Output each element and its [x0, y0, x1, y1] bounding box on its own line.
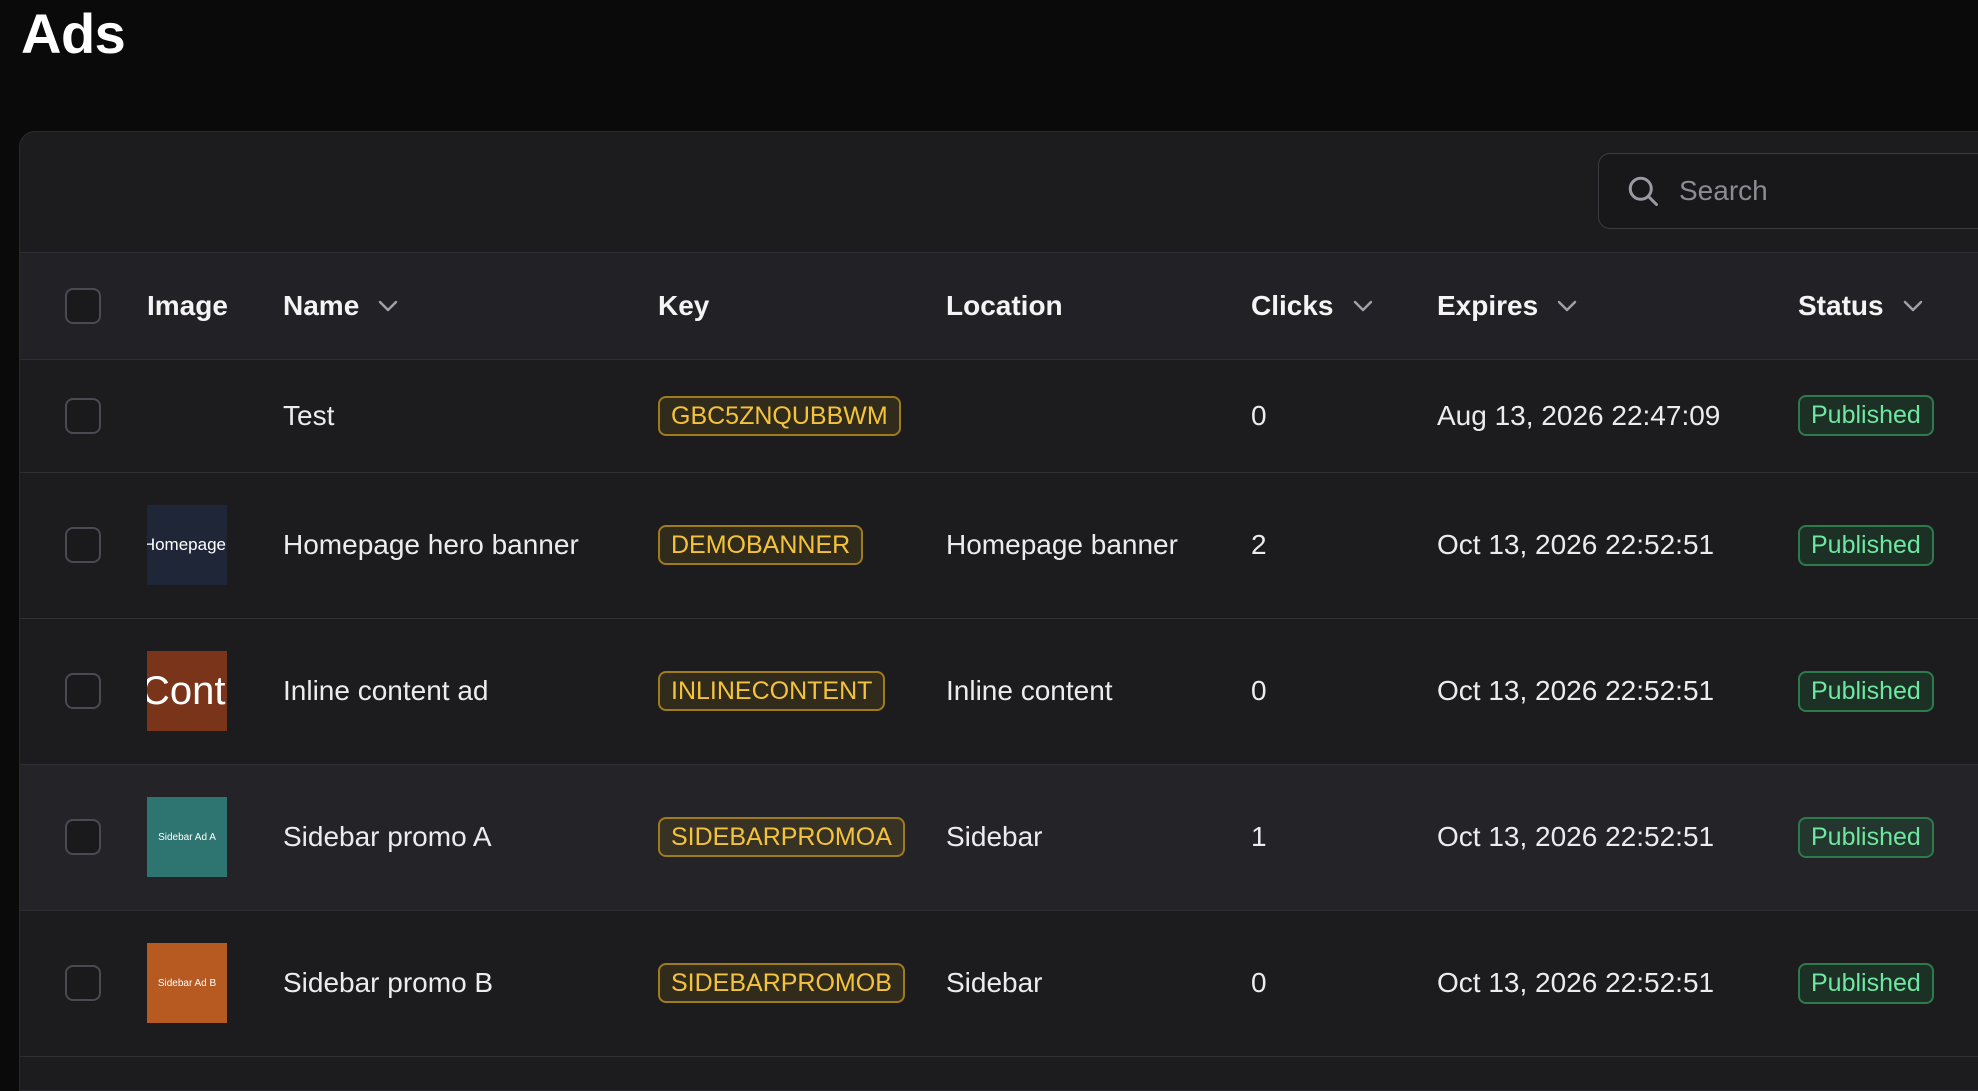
row-checkbox[interactable] — [65, 819, 101, 855]
table-row[interactable]: Test GBC5ZNQUBBWM 0 Aug 13, 2026 22:47:0… — [20, 359, 1978, 472]
ad-clicks: 1 — [1251, 821, 1267, 852]
column-header-status-label: Status — [1798, 289, 1884, 321]
table-header-row: Image Name Key Location Clicks Expires S… — [20, 253, 1978, 360]
ad-clicks: 0 — [1251, 967, 1267, 998]
ad-clicks: 0 — [1251, 675, 1267, 706]
ad-location: Sidebar — [946, 821, 1043, 852]
column-header-status[interactable]: Status — [1798, 253, 1978, 360]
ad-name[interactable]: Sidebar promo A — [283, 764, 658, 910]
ad-thumbnail: Sidebar Ad B — [147, 943, 227, 1023]
ad-thumbnail: Homepage — [147, 505, 227, 585]
ad-expires: Oct 13, 2026 22:52:51 — [1437, 821, 1715, 852]
ad-location: Sidebar — [946, 967, 1043, 998]
ad-name[interactable]: Test — [283, 359, 658, 472]
ad-key-badge: INLINECONTENT — [658, 671, 886, 711]
row-checkbox[interactable] — [65, 673, 101, 709]
ad-thumbnail-text: Homepage — [147, 535, 226, 554]
chevron-down-icon[interactable] — [377, 299, 399, 313]
ad-key-badge: DEMOBANNER — [658, 525, 864, 565]
search-icon — [1628, 176, 1658, 206]
ad-thumbnail: Sidebar Ad A — [147, 797, 227, 877]
ad-thumbnail-text: Content — [147, 668, 227, 713]
status-badge: Published — [1798, 816, 1934, 858]
column-header-name[interactable]: Name — [283, 253, 658, 360]
row-checkbox[interactable] — [65, 527, 101, 563]
column-header-location: Location — [946, 253, 1251, 360]
table-row[interactable]: Sidebar Ad B Sidebar promo B SIDEBARPROM… — [20, 910, 1978, 1056]
ad-thumbnail-text: Sidebar Ad A — [158, 831, 216, 843]
ad-location: Homepage banner — [946, 529, 1178, 560]
status-badge: Published — [1798, 395, 1934, 436]
ad-location — [946, 359, 1251, 472]
header-select-all-cell — [20, 253, 147, 360]
row-checkbox[interactable] — [65, 965, 101, 1001]
ad-key-badge: SIDEBARPROMOA — [658, 817, 905, 857]
ad-name[interactable]: Inline content ad — [283, 618, 658, 764]
chevron-down-icon[interactable] — [1556, 299, 1578, 313]
column-header-clicks[interactable]: Clicks — [1251, 253, 1437, 360]
ad-location: Inline content — [946, 675, 1113, 706]
ad-name[interactable]: Homepage hero banner — [283, 472, 658, 618]
search-input[interactable] — [1679, 175, 1978, 207]
status-badge: Published — [1798, 670, 1934, 712]
ads-table: Image Name Key Location Clicks Expires S… — [20, 253, 1978, 1057]
status-badge: Published — [1798, 962, 1934, 1004]
page-title: Ads — [21, 2, 126, 65]
row-checkbox[interactable] — [65, 397, 101, 434]
column-header-expires-label: Expires — [1437, 289, 1539, 321]
ad-expires: Aug 13, 2026 22:47:09 — [1437, 399, 1721, 431]
ad-name[interactable]: Sidebar promo B — [283, 910, 658, 1056]
select-all-checkbox[interactable] — [65, 287, 101, 324]
table-row[interactable]: Sidebar Ad A Sidebar promo A SIDEBARPROM… — [20, 764, 1978, 910]
table-toolbar — [20, 132, 1978, 253]
ad-expires: Oct 13, 2026 22:52:51 — [1437, 967, 1715, 998]
chevron-down-icon[interactable] — [1352, 299, 1374, 313]
chevron-down-icon[interactable] — [1902, 299, 1924, 313]
table-row[interactable]: Content Inline content ad INLINECONTENT … — [20, 618, 1978, 764]
ad-key-badge: SIDEBARPROMOB — [658, 963, 905, 1003]
ads-table-panel: Image Name Key Location Clicks — [19, 131, 1978, 1091]
search-box[interactable] — [1598, 153, 1978, 229]
ad-image-cell — [147, 359, 283, 472]
status-badge: Published — [1798, 524, 1934, 566]
column-header-key: Key — [658, 253, 946, 360]
ad-expires: Oct 13, 2026 22:52:51 — [1437, 675, 1715, 706]
ad-thumbnail-text: Sidebar Ad B — [157, 977, 217, 989]
table-row[interactable]: Homepage Homepage hero banner DEMOBANNER… — [20, 472, 1978, 618]
column-header-clicks-label: Clicks — [1251, 289, 1334, 321]
ad-expires: Oct 13, 2026 22:52:51 — [1437, 529, 1715, 560]
column-header-name-label: Name — [283, 289, 360, 321]
ad-thumbnail: Content — [147, 651, 227, 731]
ad-clicks: 2 — [1251, 529, 1267, 560]
ad-key-badge: GBC5ZNQUBBWM — [658, 395, 901, 436]
column-header-image: Image — [147, 253, 283, 360]
ad-clicks: 0 — [1251, 399, 1267, 431]
column-header-expires[interactable]: Expires — [1437, 253, 1798, 360]
